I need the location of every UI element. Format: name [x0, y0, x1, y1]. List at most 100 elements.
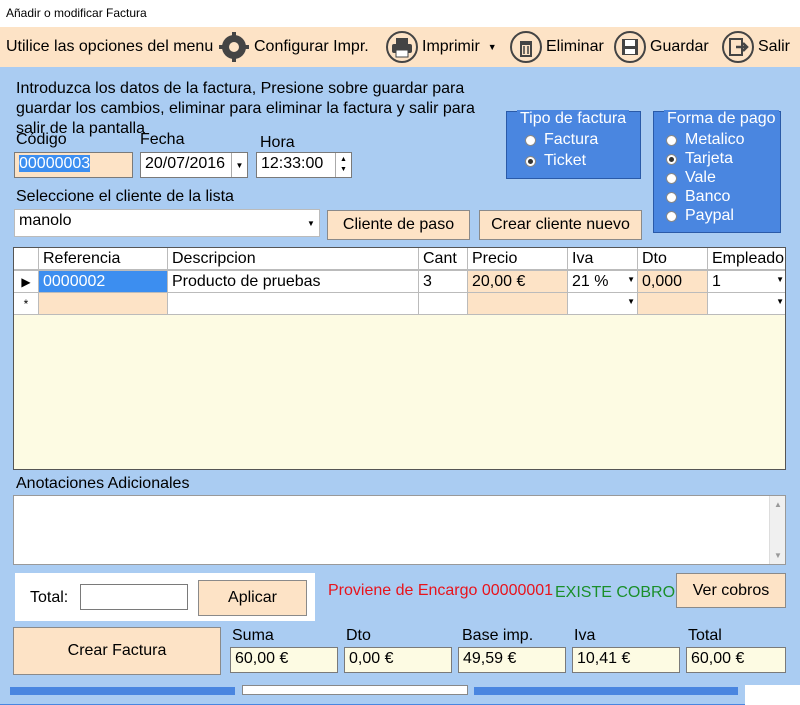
- scroll-down-icon[interactable]: ▼: [774, 551, 782, 560]
- hora-spinner[interactable]: ▲ ▼: [335, 153, 351, 177]
- cliente-value: manolo: [19, 212, 72, 229]
- trash-icon: [510, 31, 542, 63]
- radio-dot-paypal[interactable]: [666, 210, 677, 222]
- forma-pago-title: Forma de pago: [664, 110, 779, 128]
- radio-paypal[interactable]: Paypal: [666, 207, 734, 225]
- total-input[interactable]: [80, 584, 188, 610]
- radio-metalico-label: Metalico: [685, 131, 745, 148]
- radio-dot-ticket[interactable]: [525, 155, 536, 167]
- radio-dot-banco[interactable]: [666, 191, 677, 203]
- cell-precio[interactable]: 20,00 €: [468, 271, 568, 293]
- instructions-text: Introduzca los datos de la factura, Pres…: [16, 80, 475, 137]
- cell-empleado-value: 1: [712, 273, 721, 290]
- scroll-up-icon[interactable]: ▲: [774, 500, 782, 509]
- new-cell-dto[interactable]: [638, 293, 708, 315]
- anotaciones-textarea[interactable]: ▲ ▼: [13, 495, 786, 565]
- new-cell-empleado[interactable]: ▼: [708, 293, 785, 315]
- cell-iva[interactable]: 21 % ▼: [568, 271, 638, 293]
- menu-bar: Utilice las opciones del menu Configurar…: [0, 27, 800, 67]
- radio-banco[interactable]: Banco: [666, 188, 730, 206]
- salir-button[interactable]: Salir: [722, 27, 790, 67]
- row-marker[interactable]: ▶: [14, 271, 39, 293]
- ver-cobros-button[interactable]: Ver cobros: [676, 573, 786, 608]
- radio-tarjeta[interactable]: Tarjeta: [666, 150, 733, 168]
- imprimir-dropdown-icon[interactable]: ▼: [488, 42, 497, 52]
- codigo-label: Código: [16, 131, 67, 148]
- header-empleado[interactable]: Empleado: [708, 248, 785, 270]
- cell-cant[interactable]: 3: [419, 271, 468, 293]
- iva-dropdown-icon[interactable]: ▼: [627, 275, 635, 284]
- cobro-status: EXISTE COBRO: [555, 584, 676, 601]
- anotaciones-scrollbar[interactable]: ▲ ▼: [769, 496, 785, 564]
- header-descripcion[interactable]: Descripcion: [168, 248, 419, 270]
- fecha-picker[interactable]: 20/07/2016 ▼: [140, 152, 248, 178]
- tipo-factura-group: Tipo de factura Factura Ticket: [506, 110, 641, 179]
- total-panel: Total: Aplicar: [15, 573, 315, 621]
- window-titlebar: Añadir o modificar Factura: [0, 0, 800, 27]
- hora-input[interactable]: 12:33:00 ▲ ▼: [256, 152, 352, 178]
- radio-vale-label: Vale: [685, 169, 716, 186]
- cell-empleado[interactable]: 1 ▼: [708, 271, 785, 293]
- header-precio[interactable]: Precio: [468, 248, 568, 270]
- grid-corner: [14, 248, 39, 270]
- spin-up-icon[interactable]: ▲: [340, 155, 347, 165]
- radio-factura[interactable]: Factura: [525, 131, 598, 149]
- iva-field: 10,41 €: [572, 647, 680, 673]
- bottom-tab-middle[interactable]: [242, 685, 468, 695]
- header-iva[interactable]: Iva: [568, 248, 638, 270]
- bottom-tab-right[interactable]: [474, 687, 738, 695]
- imprimir-button[interactable]: Imprimir ▼: [386, 27, 497, 67]
- guardar-label: Guardar: [650, 38, 709, 55]
- crear-cliente-button[interactable]: Crear cliente nuevo: [479, 210, 642, 240]
- radio-factura-label: Factura: [544, 131, 599, 148]
- suma-field: 60,00 €: [230, 647, 338, 673]
- radio-metalico[interactable]: Metalico: [666, 131, 745, 149]
- radio-ticket-label: Ticket: [544, 152, 587, 169]
- new-cell-precio[interactable]: [468, 293, 568, 315]
- radio-dot-vale[interactable]: [666, 172, 677, 184]
- cliente-dropdown-icon[interactable]: ▼: [303, 210, 319, 236]
- total-label: Total: [688, 627, 722, 644]
- radio-dot-metalico[interactable]: [666, 134, 677, 146]
- suma-label: Suma: [232, 627, 274, 644]
- cell-dto[interactable]: 0,000: [638, 271, 708, 293]
- header-dto[interactable]: Dto: [638, 248, 708, 270]
- radio-vale[interactable]: Vale: [666, 169, 716, 187]
- eliminar-button[interactable]: Eliminar: [510, 27, 604, 67]
- header-cant[interactable]: Cant: [419, 248, 468, 270]
- new-cell-descripcion[interactable]: [168, 293, 419, 315]
- configurar-label: Configurar Impr.: [254, 38, 369, 55]
- cliente-select[interactable]: manolo ▼: [14, 209, 320, 237]
- configurar-impr-button[interactable]: Configurar Impr.: [218, 27, 369, 67]
- tipo-factura-title: Tipo de factura: [517, 110, 630, 128]
- cliente-paso-button[interactable]: Cliente de paso: [327, 210, 470, 240]
- fecha-dropdown-icon[interactable]: ▼: [231, 153, 247, 177]
- new-cell-iva[interactable]: ▼: [568, 293, 638, 315]
- encargo-status: Proviene de Encargo 00000001: [328, 582, 554, 599]
- header-referencia[interactable]: Referencia: [39, 248, 168, 270]
- new-iva-dropdown-icon[interactable]: ▼: [627, 297, 635, 306]
- lines-grid[interactable]: Referencia Descripcion Cant Precio Iva D…: [13, 247, 786, 470]
- new-cell-referencia[interactable]: [39, 293, 168, 315]
- new-empleado-dropdown-icon[interactable]: ▼: [776, 297, 784, 306]
- menu-hint: Utilice las opciones del menu: [6, 27, 213, 67]
- bottom-tab-left[interactable]: [10, 687, 235, 695]
- new-row-marker[interactable]: *: [14, 293, 39, 315]
- crear-factura-button[interactable]: Crear Factura: [13, 627, 221, 675]
- radio-tarjeta-label: Tarjeta: [685, 150, 734, 167]
- cell-referencia[interactable]: 0000002: [39, 271, 168, 293]
- cell-descripcion[interactable]: Producto de pruebas: [168, 271, 419, 293]
- new-cell-cant[interactable]: [419, 293, 468, 315]
- dto-label: Dto: [346, 627, 371, 644]
- anotaciones-label: Anotaciones Adicionales: [16, 475, 190, 492]
- window-title: Añadir o modificar Factura: [6, 6, 147, 20]
- empleado-dropdown-icon[interactable]: ▼: [776, 275, 784, 284]
- codigo-input[interactable]: 00000003: [14, 152, 133, 178]
- aplicar-button[interactable]: Aplicar: [198, 580, 307, 616]
- total-panel-label: Total:: [30, 589, 69, 606]
- radio-dot-factura[interactable]: [525, 134, 536, 146]
- spin-down-icon[interactable]: ▼: [340, 165, 347, 175]
- radio-dot-tarjeta[interactable]: [666, 153, 677, 165]
- guardar-button[interactable]: Guardar: [614, 27, 709, 67]
- radio-ticket[interactable]: Ticket: [525, 152, 586, 170]
